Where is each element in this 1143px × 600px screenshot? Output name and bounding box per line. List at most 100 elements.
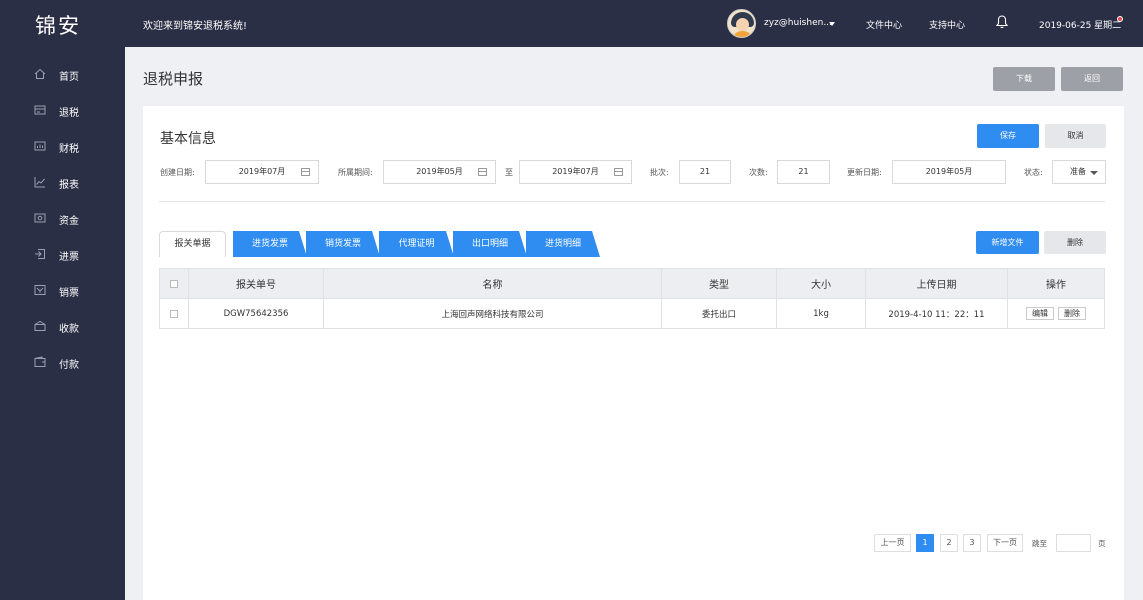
cell-number: DGW75642356 bbox=[189, 299, 324, 328]
page-1-button[interactable]: 1 bbox=[916, 534, 934, 552]
sidebar-item-label: 资金 bbox=[59, 216, 79, 227]
header-type: 类型 bbox=[662, 269, 777, 298]
sidebar-item-sales-invoice[interactable]: 销票 bbox=[0, 272, 125, 308]
header-number: 报关单号 bbox=[189, 269, 324, 298]
payment-icon bbox=[34, 356, 46, 367]
sidebar-item-report[interactable]: 报表 bbox=[0, 164, 125, 200]
sidebar-item-label: 财税 bbox=[59, 144, 79, 155]
tab-purchase-invoice[interactable]: 进货发票 bbox=[233, 231, 307, 257]
file-center-link[interactable]: 文件中心 bbox=[866, 18, 902, 31]
period-end-field[interactable]: 2019年07月 bbox=[519, 160, 632, 184]
created-date-label: 创建日期: bbox=[160, 168, 195, 177]
updated-date-label: 更新日期: bbox=[847, 168, 882, 177]
sidebar-item-payment[interactable]: 付款 bbox=[0, 344, 125, 380]
updated-date-field[interactable]: 2019年05月 bbox=[892, 160, 1006, 184]
refund-icon bbox=[34, 105, 46, 115]
divider bbox=[159, 201, 1105, 202]
finance-icon bbox=[34, 141, 46, 151]
calendar-icon[interactable] bbox=[301, 168, 310, 176]
sidebar: 首页 退税 财税 报表 资金 进票 销票 收款 付款 bbox=[0, 47, 125, 600]
next-page-button[interactable]: 下一页 bbox=[987, 534, 1023, 552]
funds-icon bbox=[34, 213, 46, 223]
notification-dot bbox=[1117, 16, 1123, 22]
period-start-value: 2019年05月 bbox=[416, 167, 463, 176]
cancel-button[interactable]: 取消 bbox=[1045, 124, 1106, 148]
page-2-button[interactable]: 2 bbox=[940, 534, 958, 552]
tab-purchase-details[interactable]: 进货明细 bbox=[526, 231, 600, 257]
date-display: 2019-06-25 星期二 bbox=[1039, 21, 1122, 31]
page-title: 退税申报 bbox=[143, 70, 204, 88]
avatar[interactable] bbox=[727, 9, 756, 38]
app-logo[interactable]: 锦安 bbox=[35, 10, 81, 40]
user-name[interactable]: zyz@huishen... bbox=[764, 18, 832, 28]
sidebar-item-funds[interactable]: 资金 bbox=[0, 200, 125, 236]
tab-sales-invoice[interactable]: 销货发票 bbox=[306, 231, 380, 257]
jump-page-input[interactable] bbox=[1056, 534, 1091, 552]
header-actions: 操作 bbox=[1046, 280, 1066, 291]
top-bar: 锦安 欢迎来到锦安退税系统! zyz@huishen... 文件中心 支持中心 … bbox=[0, 0, 1143, 47]
created-date-field[interactable]: 2019年07月 bbox=[205, 160, 319, 184]
cell-type: 委托出口 bbox=[662, 299, 777, 328]
status-value: 准备 bbox=[1070, 167, 1086, 176]
jump-label: 跳至 bbox=[1032, 539, 1047, 548]
row-delete-button[interactable]: 删除 bbox=[1058, 307, 1086, 320]
page-unit-label: 页 bbox=[1098, 539, 1106, 548]
sidebar-item-label: 退税 bbox=[59, 108, 79, 119]
table-row: DGW75642356 上海回声网络科技有限公司 委托出口 1kg 2019-4… bbox=[160, 299, 1104, 328]
period-to-label: 至 bbox=[505, 168, 513, 177]
welcome-text: 欢迎来到锦安退税系统! bbox=[143, 21, 248, 32]
calendar-icon[interactable] bbox=[478, 168, 487, 176]
tab-agency-certificate[interactable]: 代理证明 bbox=[379, 231, 454, 257]
sidebar-item-finance[interactable]: 财税 bbox=[0, 128, 125, 164]
bell-icon[interactable] bbox=[996, 15, 1008, 29]
edit-button[interactable]: 编辑 bbox=[1026, 307, 1054, 320]
calendar-icon[interactable] bbox=[614, 168, 623, 176]
download-button[interactable]: 下载 bbox=[993, 67, 1055, 91]
support-center-link[interactable]: 支持中心 bbox=[929, 18, 965, 31]
receipt-icon bbox=[34, 320, 46, 331]
status-select[interactable]: 准备 bbox=[1052, 160, 1106, 184]
chevron-down-icon[interactable] bbox=[1090, 171, 1098, 175]
count-field[interactable]: 21 bbox=[777, 160, 830, 184]
header-size: 大小 bbox=[777, 269, 866, 298]
tab-export-details[interactable]: 出口明细 bbox=[453, 231, 527, 257]
back-button[interactable]: 返回 bbox=[1061, 67, 1123, 91]
select-all-checkbox[interactable] bbox=[170, 279, 178, 288]
batch-field[interactable]: 21 bbox=[679, 160, 731, 184]
page-3-button[interactable]: 3 bbox=[963, 534, 981, 552]
sidebar-item-home[interactable]: 首页 bbox=[0, 56, 125, 92]
row-checkbox[interactable] bbox=[170, 309, 178, 318]
cell-upload-date: 2019-4-10 11：22：11 bbox=[866, 299, 1008, 328]
sidebar-item-receipt[interactable]: 收款 bbox=[0, 308, 125, 344]
cell-name: 上海回声网络科技有限公司 bbox=[324, 299, 662, 328]
table-header: 报关单号 名称 类型 大小 上传日期 操作 bbox=[160, 269, 1104, 299]
tab-customs-documents[interactable]: 报关单据 bbox=[159, 231, 226, 257]
status-label: 状态: bbox=[1024, 168, 1043, 177]
save-button[interactable]: 保存 bbox=[977, 124, 1039, 148]
sidebar-item-label: 销票 bbox=[59, 288, 79, 299]
sales-invoice-icon bbox=[34, 285, 46, 295]
report-icon bbox=[34, 177, 45, 188]
period-start-field[interactable]: 2019年05月 bbox=[383, 160, 496, 184]
incoming-invoice-icon bbox=[35, 249, 45, 259]
sidebar-item-label: 进票 bbox=[59, 252, 79, 263]
sidebar-item-incoming-invoice[interactable]: 进票 bbox=[0, 236, 125, 272]
sidebar-item-label: 付款 bbox=[59, 360, 79, 371]
period-label: 所属期间: bbox=[338, 168, 373, 177]
sidebar-item-refund[interactable]: 退税 bbox=[0, 92, 125, 128]
period-end-value: 2019年07月 bbox=[552, 167, 599, 176]
prev-page-button[interactable]: 上一页 bbox=[874, 534, 911, 552]
cell-size: 1kg bbox=[777, 299, 866, 328]
chevron-down-icon[interactable] bbox=[829, 22, 835, 26]
sidebar-item-label: 收款 bbox=[59, 324, 79, 335]
section-title: 基本信息 bbox=[160, 131, 216, 147]
add-file-button[interactable]: 新增文件 bbox=[976, 231, 1039, 254]
sidebar-item-label: 首页 bbox=[59, 72, 79, 83]
batch-label: 批次: bbox=[650, 168, 669, 177]
header-upload-date: 上传日期 bbox=[866, 269, 1008, 298]
created-date-value: 2019年07月 bbox=[238, 167, 286, 176]
count-label: 次数: bbox=[749, 168, 768, 177]
delete-button[interactable]: 删除 bbox=[1044, 231, 1106, 254]
documents-table: 报关单号 名称 类型 大小 上传日期 操作 DGW75642356 上海回声网络… bbox=[159, 268, 1105, 329]
sidebar-item-label: 报表 bbox=[59, 180, 79, 191]
